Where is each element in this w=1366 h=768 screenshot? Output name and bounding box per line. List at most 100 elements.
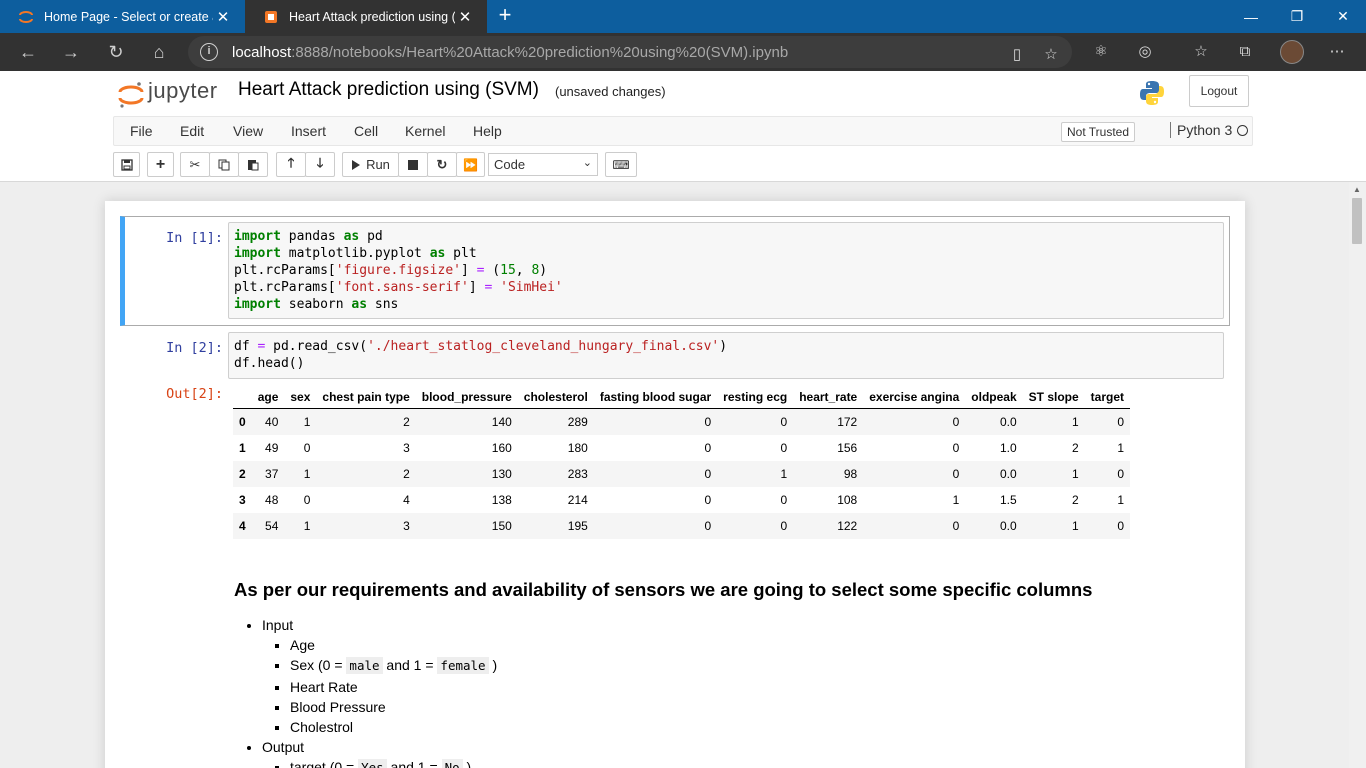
paste-button[interactable] [238,152,268,177]
close-tab-icon[interactable]: ✕ [455,8,475,26]
column-header: ST slope [1022,386,1085,409]
copy-icon [218,159,230,170]
table-cell: 2 [1071,440,1079,455]
keyboard-icon: ⌨ [612,157,630,172]
table-cell: 1 [303,414,311,429]
row-index: 0 [239,414,246,429]
table-body: 0 40 1 2 140 289 0 0 172 0 0.0 1 0 1 49 0 3 160 180 0 0 156 0 1… [233,408,1131,539]
output-sublist: target (0 = Yes and 1 = No ) [262,757,1214,768]
input-label: Input [262,617,294,633]
move-up-button[interactable]: 🡑 [276,152,306,177]
table-cell: 0 [952,466,960,481]
react-devtools-icon[interactable]: ⚛ [1090,42,1112,64]
move-down-button[interactable]: 🡓 [305,152,335,177]
table-cell: 0 [952,414,960,429]
interrupt-button[interactable] [398,152,428,177]
cell-type-select[interactable]: Code ⌄ [488,153,598,176]
dataframe-table: age sex chest pain type blood_pressure c… [233,386,1131,539]
reader-mode-icon[interactable]: ▯ [1006,45,1028,67]
table-cell: 130 [491,466,512,481]
menu-insert[interactable]: Insert [291,123,326,139]
browser-tab-home[interactable]: Home Page - Select or create a n ✕ [0,0,245,33]
profile-avatar[interactable] [1280,40,1304,64]
favorites-icon[interactable]: ☆ [1190,42,1212,64]
chevron-down-icon: ⌄ [582,157,592,169]
target-suffix: ) [462,759,472,768]
page-scrollbar[interactable]: ▲ [1349,182,1366,768]
jupyter-logo-text: jupyter [148,78,218,103]
input-prompt: In [1]: [166,230,223,246]
table-cell: 1 [952,492,960,507]
table-header-row: age sex chest pain type blood_pressure c… [233,386,1131,409]
menu-help[interactable]: Help [473,123,502,139]
table-cell: 1 [1117,492,1125,507]
site-info-icon[interactable]: i [200,43,218,61]
markdown-cell[interactable]: As per our requirements and availability… [234,579,1214,768]
table-row: 1 49 0 3 160 180 0 0 156 0 1.0 2 1 [233,435,1130,461]
back-icon[interactable]: ← [15,40,41,64]
forward-icon[interactable]: → [58,40,84,64]
code-cell-1[interactable]: In [1]: import pandas as pd import matpl… [120,216,1230,326]
table-cell: 0 [780,492,788,507]
code-editor[interactable]: df = pd.read_csv('./heart_statlog_clevel… [228,332,1224,379]
scrollbar-thumb[interactable] [1352,198,1362,244]
restart-button[interactable]: ↻ [427,152,457,177]
run-label: Run [366,157,390,172]
restart-run-all-button[interactable]: ⏩ [456,152,485,177]
menu-edit[interactable]: Edit [180,123,204,139]
inline-code: female [437,657,489,675]
table-cell: 3 [403,518,410,533]
table-cell: 37 [265,466,279,481]
list-item: Sex (0 = male and 1 = female ) [290,655,1214,676]
more-menu-icon[interactable]: ⋯ [1326,42,1348,64]
add-favorite-icon[interactable]: ☆ [1040,45,1062,67]
browser-tab-notebook[interactable]: Heart Attack prediction using (SV ✕ [245,0,487,33]
scroll-up-icon[interactable]: ▲ [1353,185,1361,194]
table-row: 2 37 1 2 130 283 0 1 98 0 0.0 1 0 [233,460,1131,487]
column-header: cholesterol [517,386,594,409]
column-header: oldpeak [965,386,1023,409]
restore-icon[interactable]: ❐ [1274,0,1320,33]
sex-mid: and 1 = [382,657,438,674]
markdown-heading: As per our requirements and availability… [234,579,1093,600]
minimize-icon[interactable]: — [1228,0,1274,33]
fast-forward-icon: ⏩ [463,157,478,172]
close-tab-icon[interactable]: ✕ [213,8,233,26]
url-field[interactable]: i localhost:8888/notebooks/Heart%20Attac… [188,36,1072,68]
list-item: Cholestrol [290,717,1214,737]
run-button[interactable]: Run [342,152,399,177]
trust-notebook-button[interactable]: Not Trusted [1061,122,1136,142]
inline-code: No [441,759,463,768]
reload-icon[interactable]: ↻ [103,40,129,64]
column-header: sex [284,386,317,409]
menu-cell[interactable]: Cell [354,123,378,139]
column-header: chest pain type [316,386,416,409]
home-icon[interactable]: ⌂ [146,40,172,64]
copy-button[interactable] [209,152,239,177]
arrow-up-icon: 🡑 [287,154,295,170]
new-tab-icon[interactable]: + [493,4,517,28]
code-cell-2[interactable]: In [2]: df = pd.read_csv('./heart_statlo… [120,331,1230,561]
cut-button[interactable]: ✂ [180,152,210,177]
inline-code: Yes [358,759,387,768]
table-cell: 1 [1117,440,1125,455]
save-button[interactable] [113,152,140,177]
command-palette-button[interactable]: ⌨ [605,152,637,177]
table-cell: 0 [780,518,788,533]
column-header: heart_rate [793,386,864,409]
extension-icon[interactable]: ◎ [1134,42,1156,64]
menu-view[interactable]: View [233,123,263,139]
notebook-container: In [1]: import pandas as pd import matpl… [105,201,1245,768]
notebook-title[interactable]: Heart Attack prediction using (SVM) [238,79,539,101]
list-item: Age [290,635,1214,655]
table-cell: 160 [491,440,512,455]
column-header: exercise angina [863,386,966,409]
insert-cell-button[interactable]: + [147,152,174,177]
logout-button[interactable]: Logout [1189,75,1249,107]
code-editor[interactable]: import pandas as pd import matplotlib.py… [228,222,1224,319]
collections-icon[interactable]: ⧉ [1234,42,1256,64]
output-label: Output [262,739,305,756]
close-window-icon[interactable]: ✕ [1320,0,1366,33]
menu-file[interactable]: File [130,123,153,139]
menu-kernel[interactable]: Kernel [405,123,445,139]
